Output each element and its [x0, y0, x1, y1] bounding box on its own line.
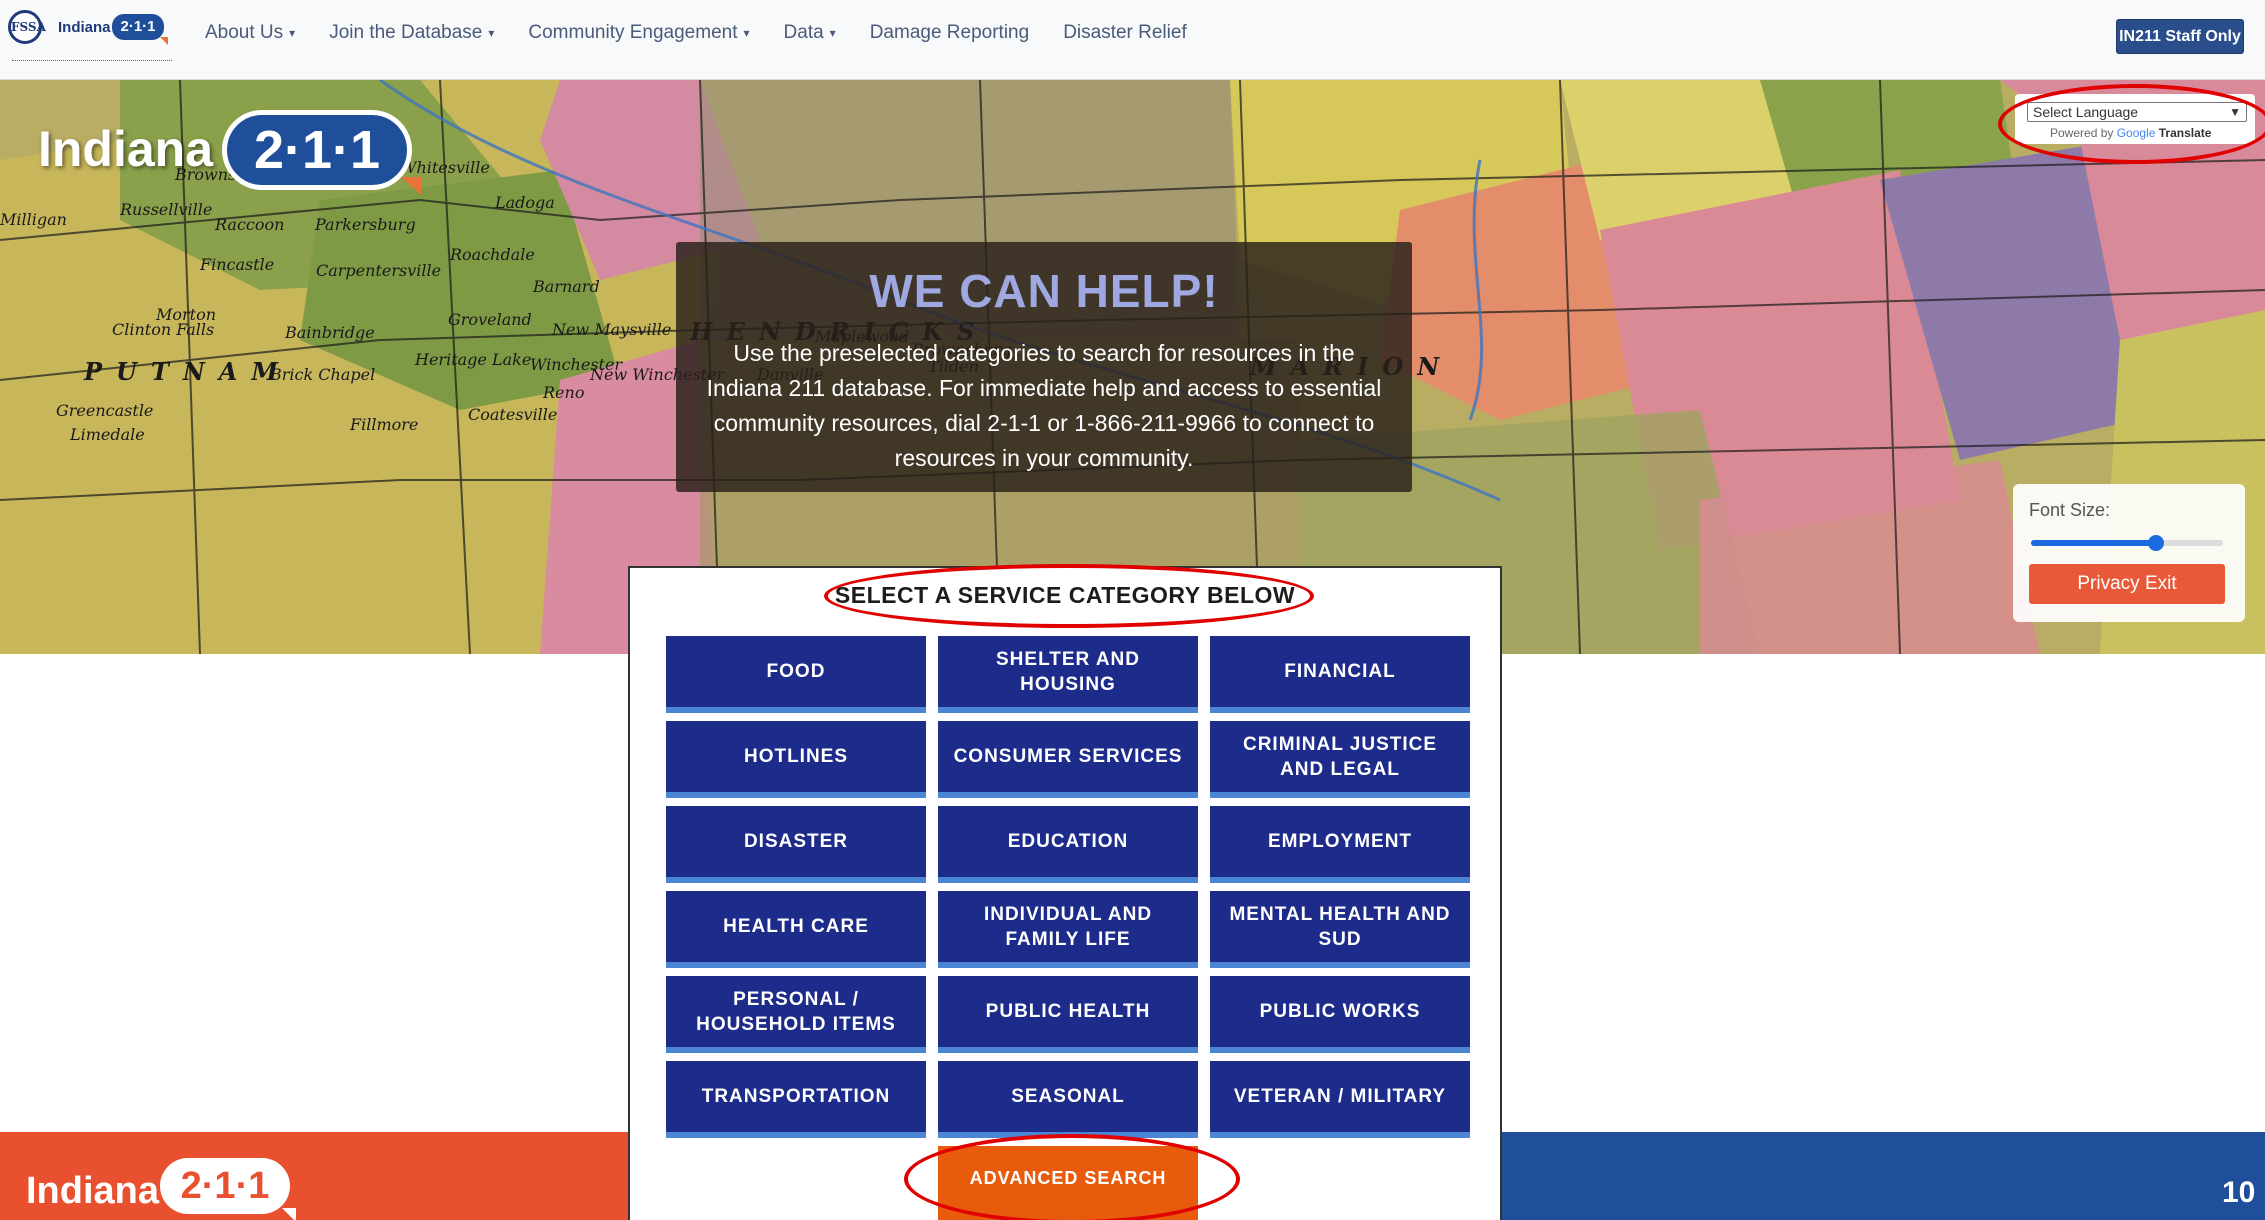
service-category-panel: SELECT A SERVICE CATEGORY BELOW FOOD SHEL… [628, 564, 1502, 1220]
help-title: WE CAN HELP! [869, 265, 1219, 317]
caret-down-icon: ▾ [488, 25, 495, 40]
nav-link-label: Data [783, 22, 824, 43]
annotation-circle-advanced-search [904, 1134, 1240, 1220]
category-button-personal-household-items[interactable]: PERSONAL / HOUSEHOLD ITEMS [666, 976, 926, 1053]
category-button-disaster[interactable]: DISASTER [666, 806, 926, 883]
font-size-panel: Font Size: Privacy Exit [2013, 484, 2245, 622]
map-label: Reno [542, 383, 584, 402]
top-navbar: FSSA Indiana 2·1·1 About Us ▾ Join the Dat… [0, 0, 2265, 80]
nav-link-disaster-relief[interactable]: Disaster Relief [1063, 22, 1187, 44]
caret-down-icon: ▾ [289, 25, 296, 40]
slide-page-number: 10 [2222, 1176, 2256, 1209]
map-label: PUTNAM [83, 357, 292, 386]
map-label: Brick Chapel [269, 365, 375, 384]
map-label: Greencastle [56, 401, 153, 420]
nav-link-damage-reporting[interactable]: Damage Reporting [870, 22, 1029, 44]
category-button-consumer-services[interactable]: CONSUMER SERVICES [938, 721, 1198, 798]
category-button-hotlines[interactable]: HOTLINES [666, 721, 926, 798]
footer-logo-text: Indiana [26, 1170, 160, 1212]
nav-link-data[interactable]: Data ▾ [784, 22, 836, 44]
map-label: Fincastle [199, 255, 274, 274]
staff-only-button[interactable]: IN211 Staff Only [2116, 19, 2244, 54]
map-label: Limedale [69, 425, 145, 444]
slide: FSSA Indiana 2·1·1 About Us ▾ Join the Dat… [0, 0, 2265, 1220]
privacy-exit-button[interactable]: Privacy Exit [2029, 564, 2225, 604]
map-label: Coatesville [468, 405, 557, 424]
fssa-seal-logo[interactable]: FSSA [8, 10, 46, 44]
nav-link-label: Disaster Relief [1063, 22, 1187, 43]
map-label: Carpentersville [316, 261, 441, 280]
font-size-slider-thumb[interactable] [2147, 535, 2164, 551]
category-button-veteran-military[interactable]: VETERAN / MILITARY [1210, 1061, 1470, 1138]
map-label: Whitesville [400, 158, 490, 177]
category-button-individual-and-family-life[interactable]: INDIVIDUAL AND FAMILY LIFE [938, 891, 1198, 968]
nav-logo-text[interactable]: Indiana [58, 19, 111, 36]
nav-logo-badge[interactable]: 2·1·1 [112, 14, 168, 45]
map-label: Milligan [0, 210, 67, 229]
map-label: Fillmore [349, 415, 418, 434]
footer-logo-badge: 2·1·1 [160, 1158, 296, 1220]
nav-link-about-us[interactable]: About Us ▾ [205, 22, 295, 44]
category-button-criminal-justice-and-legal[interactable]: CRIMINAL JUSTICE AND LEGAL [1210, 721, 1470, 798]
nav-menu: About Us ▾ Join the Database ▾ Community Eng… [205, 0, 1187, 66]
map-label: New Maysville [551, 320, 671, 339]
nav-link-label: About Us [205, 22, 284, 43]
category-button-public-health[interactable]: PUBLIC HEALTH [938, 976, 1198, 1053]
map-label: Bainbridge [284, 323, 375, 342]
map-label: Ladoga [494, 193, 555, 212]
map-label: Parkersburg [314, 215, 416, 234]
map-label: Raccoon [214, 215, 284, 234]
help-text: Use the preselected categories to search… [706, 340, 1382, 471]
category-button-shelter-and-housing[interactable]: SHELTER AND HOUSING [938, 636, 1198, 713]
category-button-food[interactable]: FOOD [666, 636, 926, 713]
font-size-slider[interactable] [2031, 535, 2223, 551]
nav-link-label: Damage Reporting [869, 22, 1030, 43]
map-label: Heritage Lake [414, 350, 531, 369]
nav-link-community-engagement[interactable]: Community Engagement ▾ [528, 22, 749, 44]
category-button-health-care[interactable]: HEALTH CARE [666, 891, 926, 968]
nav-link-label: Join the Database [329, 22, 483, 43]
category-button-transportation[interactable]: TRANSPORTATION [666, 1061, 926, 1138]
nav-link-label: Community Engagement [528, 22, 738, 43]
footer-blue-bar [1500, 1132, 2265, 1220]
map-label: Roachdale [449, 245, 535, 264]
category-button-education[interactable]: EDUCATION [938, 806, 1198, 883]
font-size-slider-fill [2031, 540, 2156, 546]
nav-link-join-the-database[interactable]: Join the Database ▾ [329, 22, 494, 44]
hero-logo-badge: 2·1·1 [222, 110, 421, 195]
category-button-employment[interactable]: EMPLOYMENT [1210, 806, 1470, 883]
annotation-circle-heading [824, 564, 1314, 628]
map-label: Groveland [448, 310, 532, 329]
font-size-label: Font Size: [2029, 500, 2111, 520]
nav-tagline [12, 60, 172, 66]
category-button-mental-health-and-sud[interactable]: MENTAL HEALTH AND SUD [1210, 891, 1470, 968]
help-message-box: WE CAN HELP! Use the preselected categor… [676, 242, 1412, 492]
category-button-financial[interactable]: FINANCIAL [1210, 636, 1470, 713]
caret-down-icon: ▾ [829, 25, 836, 40]
map-label: Clinton Falls [112, 320, 214, 339]
category-button-seasonal[interactable]: SEASONAL [938, 1061, 1198, 1138]
category-button-grid: FOOD SHELTER AND HOUSING FINANCIAL HOTLINES… [666, 636, 1470, 1138]
map-label: Barnard [532, 277, 600, 296]
annotation-circle-translate [1998, 84, 2265, 164]
category-button-public-works[interactable]: PUBLIC WORKS [1210, 976, 1470, 1053]
map-label: Russellville [119, 200, 212, 219]
caret-down-icon: ▾ [743, 25, 750, 40]
hero-logo-text: Indiana [38, 121, 214, 177]
